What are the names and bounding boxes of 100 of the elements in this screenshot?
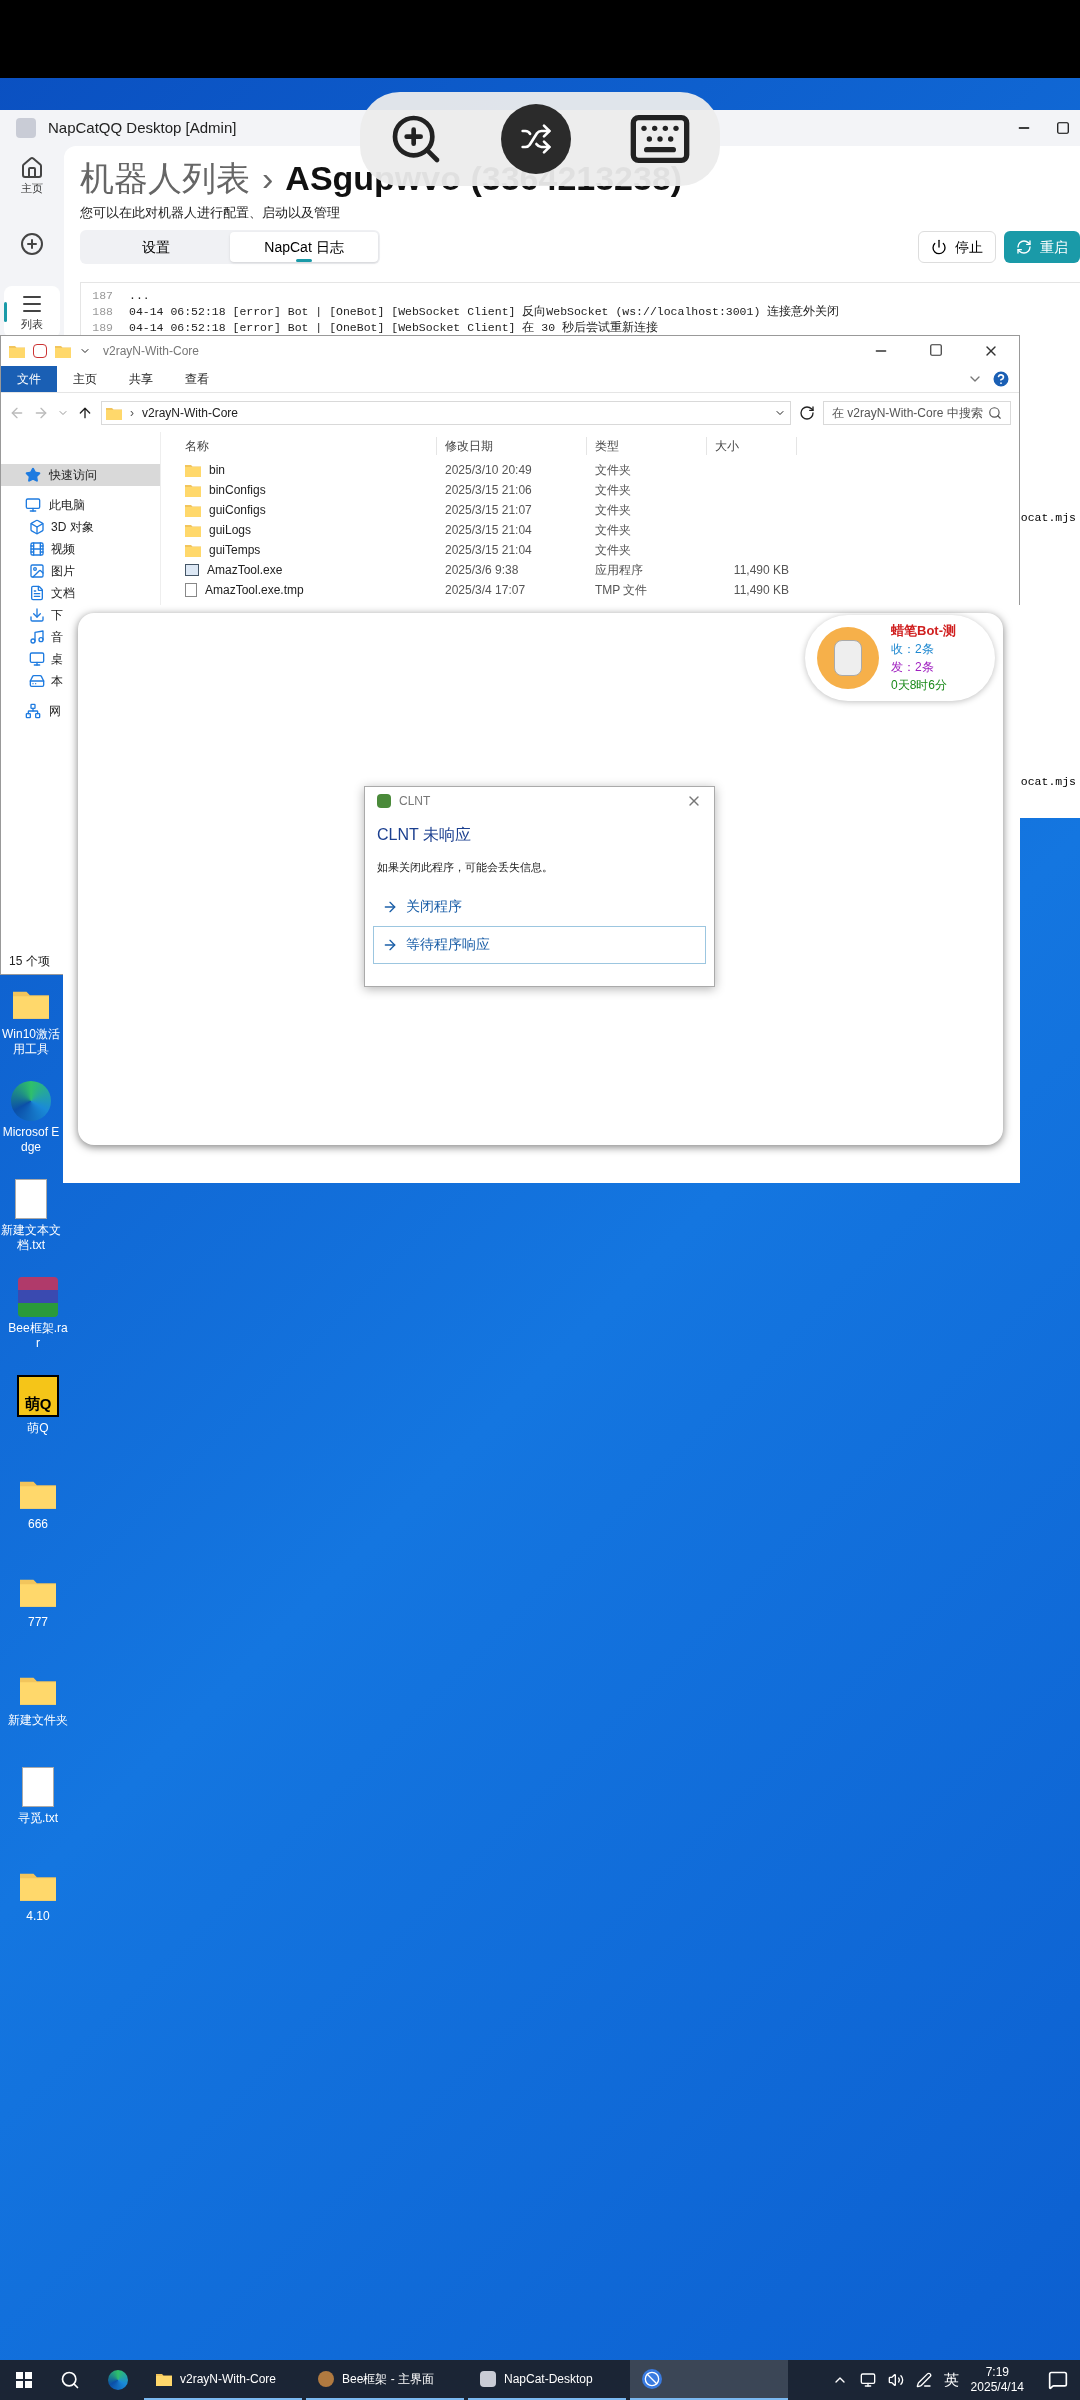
- help-icon[interactable]: [991, 369, 1011, 389]
- file-type: 文件夹: [594, 482, 632, 499]
- search-icon[interactable]: [60, 2370, 80, 2390]
- search-field[interactable]: 在 v2rayN-With-Core 中搜索: [823, 400, 1011, 425]
- maximize-icon[interactable]: [929, 343, 943, 357]
- file-row[interactable]: binConfigs 2025/3/15 21:06 文件夹: [177, 480, 1019, 500]
- breadcrumb-link[interactable]: 机器人列表: [80, 160, 250, 196]
- refresh-icon: [1016, 239, 1032, 255]
- image-icon: [29, 563, 45, 579]
- column-header[interactable]: 大小: [707, 437, 797, 455]
- taskbar-app[interactable]: Bee框架 - 主界面: [306, 2360, 464, 2400]
- ribbon-tab[interactable]: 主页: [57, 366, 113, 392]
- nav-item[interactable]: 此电脑: [1, 494, 89, 516]
- nav-item[interactable]: 文档: [1, 582, 75, 604]
- file-date: 2025/3/10 20:49: [444, 462, 533, 479]
- dialog-title: CLNT: [399, 793, 431, 810]
- dialog-message: 如果关闭此程序，可能会丢失信息。: [376, 860, 554, 875]
- log-line: 04-14 06:52:18 [error] Bot | [OneBot] [WebSocket Client] 在 30 秒后尝试重新连接: [129, 320, 658, 335]
- column-header[interactable]: 修改日期: [437, 437, 587, 455]
- file-name: guiLogs: [209, 522, 252, 539]
- nav-item[interactable]: 桌: [1, 648, 63, 670]
- file-date: 2025/3/15 21:04: [444, 522, 533, 539]
- ribbon-tab[interactable]: 文件: [1, 366, 57, 392]
- nav-item[interactable]: 网: [1, 700, 65, 722]
- checklist-icon: [33, 344, 47, 358]
- ribbon-tab[interactable]: 共享: [113, 366, 169, 392]
- monitor-icon: [25, 497, 41, 513]
- film-icon: [29, 541, 45, 557]
- desktop-icon[interactable]: 萌Q 萌Q: [0, 1367, 76, 1465]
- desktop-icon[interactable]: 777: [0, 1563, 76, 1661]
- line-number: 187: [91, 288, 113, 303]
- pen-icon[interactable]: [915, 2372, 932, 2388]
- file-row[interactable]: guiTemps 2025/3/15 21:04 文件夹: [177, 540, 1019, 560]
- uptime-text: 0天8时6分: [891, 677, 949, 694]
- nav-item[interactable]: 音: [1, 626, 63, 648]
- file-row[interactable]: guiConfigs 2025/3/15 21:07 文件夹: [177, 500, 1019, 520]
- file-name: bin: [209, 462, 225, 479]
- nav-item[interactable]: 本: [1, 670, 63, 692]
- bot-name: 蜡笔Bot-测: [891, 622, 956, 640]
- start-icon[interactable]: [16, 2372, 32, 2388]
- network-icon[interactable]: [859, 2372, 876, 2388]
- nav-item[interactable]: 3D 对象: [1, 516, 94, 538]
- column-header[interactable]: 类型: [587, 437, 707, 455]
- file-type: TMP 文件: [594, 582, 649, 599]
- maximize-icon[interactable]: [1056, 121, 1070, 135]
- desktop-icon[interactable]: 新建文件夹: [0, 1661, 76, 1759]
- file-name: guiTemps: [209, 542, 261, 559]
- home-icon: [20, 155, 44, 180]
- file-name: guiConfigs: [209, 502, 266, 519]
- file-row[interactable]: bin 2025/3/10 20:49 文件夹: [177, 460, 1019, 480]
- file-type: 文件夹: [594, 462, 632, 479]
- taskbar-app[interactable]: [630, 2360, 788, 2400]
- tab[interactable]: 设置: [82, 232, 230, 262]
- browser-icon[interactable]: [108, 2370, 128, 2390]
- column-header[interactable]: 名称: [177, 437, 437, 455]
- notification-icon[interactable]: [1048, 2370, 1068, 2390]
- nav-item[interactable]: 图片: [1, 560, 75, 582]
- file-row[interactable]: AmazTool.exe 2025/3/6 9:38 应用程序 11,490 KB: [177, 560, 1019, 580]
- desktop-icon[interactable]: 新建文本文档.txt: [0, 1171, 62, 1269]
- browser-icon: [11, 1081, 51, 1121]
- desktop-icon[interactable]: 寻觅.txt: [0, 1759, 76, 1857]
- desktop-icon[interactable]: Bee框架.rar: [0, 1269, 76, 1367]
- log-line: ocat.mjs: [1020, 510, 1076, 526]
- nav-item[interactable]: 视频: [1, 538, 75, 560]
- tab[interactable]: NapCat 日志: [230, 232, 378, 262]
- refresh-icon[interactable]: [799, 404, 815, 421]
- file-date: 2025/3/6 9:38: [444, 562, 520, 579]
- file-type: 文件夹: [594, 502, 632, 519]
- desktop-icon[interactable]: Microsof Edge: [0, 1073, 62, 1171]
- dialog-option[interactable]: 等待程序响应: [373, 925, 706, 964]
- nav-item[interactable]: 快速访问: [1, 464, 160, 486]
- file-row[interactable]: guiLogs 2025/3/15 21:04 文件夹: [177, 520, 1019, 540]
- ribbon-tab[interactable]: 查看: [169, 366, 225, 392]
- drive-icon: [29, 673, 45, 689]
- window-title: NapCatQQ Desktop [Admin]: [48, 117, 237, 138]
- file-row[interactable]: AmazTool.exe.tmp 2025/3/4 17:07 TMP 文件 11,490 KB: [177, 580, 1019, 600]
- text-file-icon: [22, 1767, 54, 1807]
- file-date: 2025/3/15 21:06: [444, 482, 533, 499]
- nav-item[interactable]: 下: [1, 604, 63, 626]
- sidebar-item[interactable]: 主页: [4, 150, 60, 202]
- folder-icon: [185, 522, 201, 538]
- desktop-icon[interactable]: 666: [0, 1465, 76, 1563]
- address-bar[interactable]: › v2rayN-With-Core: [101, 400, 791, 425]
- sidebar-item[interactable]: 列表: [4, 286, 60, 338]
- file-size: 11,490 KB: [732, 582, 790, 599]
- folder-icon: [185, 482, 201, 498]
- volume-icon[interactable]: [887, 2372, 904, 2388]
- desktop-icon[interactable]: Win10激活用工具: [0, 975, 62, 1073]
- desktop-icon[interactable]: 4.10: [0, 1857, 76, 1955]
- taskbar-app[interactable]: v2rayN-With-Core: [144, 2360, 302, 2400]
- dialog-option[interactable]: 关闭程序: [373, 887, 706, 926]
- clock[interactable]: 7:19 2025/4/14: [970, 2365, 1024, 2395]
- input-method-indicator[interactable]: 英: [943, 2368, 959, 2392]
- stop-button[interactable]: 停止: [918, 231, 996, 263]
- window-title: v2rayN-With-Core: [103, 343, 199, 360]
- file-icon: [185, 583, 197, 597]
- taskbar-app[interactable]: NapCat-Desktop: [468, 2360, 626, 2400]
- music-note-icon: [29, 629, 45, 645]
- monitor-icon: [29, 651, 45, 667]
- file-type: 应用程序: [594, 562, 644, 579]
